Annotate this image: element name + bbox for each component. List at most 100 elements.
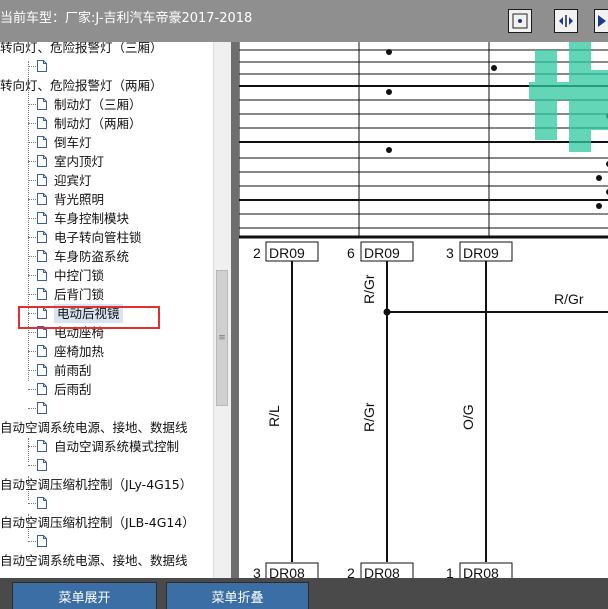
tree-connector-line: [28, 199, 36, 200]
tree-connector-line: [28, 218, 36, 219]
wire-label-top: R/Gr: [361, 274, 377, 304]
bus-junction-dot: [596, 203, 602, 209]
tree-connector-line: [28, 275, 36, 276]
tree-group-item[interactable]: 转向灯、危险报警灯（两厢）: [0, 76, 163, 95]
document-icon: [37, 459, 47, 471]
document-icon: [37, 535, 47, 547]
tree-connector-line: [28, 66, 36, 67]
wire-label-o-g: O/G: [460, 404, 476, 430]
fit-width-button[interactable]: [554, 9, 578, 33]
tree-item-label: 电子转向管柱锁: [54, 230, 142, 245]
tree-empty-item[interactable]: [28, 399, 213, 418]
document-icon: [37, 155, 47, 167]
tree-leaf-item[interactable]: 前雨刮: [28, 361, 213, 380]
tree-connector-line: [28, 370, 36, 371]
tree-item-label: 制动灯（两厢）: [54, 116, 142, 131]
tree-item-label: 车身控制模块: [54, 211, 130, 226]
document-icon: [37, 250, 47, 262]
document-icon: [37, 193, 47, 205]
connector-dr09-pin2: 2 DR09: [253, 241, 319, 262]
tree-connector-line: [28, 541, 36, 542]
bus-junction-dot: [386, 49, 392, 55]
menu-collapse-label: 菜单折叠: [211, 590, 264, 606]
connector-code: DR09: [269, 245, 305, 261]
document-icon: [37, 98, 47, 110]
tree-leaf-item[interactable]: 自动空调系统模式控制: [28, 437, 213, 456]
document-icon: [37, 269, 47, 281]
tree-group-item[interactable]: 自动空调压缩机控制（JLB-4G14）: [0, 513, 195, 532]
tree-scrollbar[interactable]: ≡: [213, 42, 231, 578]
connector-code: DR09: [463, 245, 499, 261]
document-icon: [37, 231, 47, 243]
document-icon: [37, 269, 47, 281]
wiring-diagram-canvas: 2 DR09 6 DR09 3 DR09 R/L R/Gr O/G R/Gr R…: [239, 42, 608, 578]
document-icon: [37, 497, 47, 509]
bus-junction-dot: [386, 89, 392, 95]
menu-tree[interactable]: 转向灯、危险报警灯（三厢） 转向灯、危险报警灯（两厢） 制动灯（三厢） 制动灯（两厢）…: [0, 42, 213, 578]
fit-width-icon: [559, 15, 573, 27]
document-icon: [37, 383, 47, 395]
tree-leaf-item[interactable]: 制动灯（三厢）: [28, 95, 213, 114]
fit-page-icon: [512, 13, 528, 29]
tree-leaf-item[interactable]: 背光照明: [28, 190, 213, 209]
tree-leaf-item[interactable]: 车身控制模块: [28, 209, 213, 228]
wiring-diagram[interactable]: 2 DR09 6 DR09 3 DR09 R/L R/Gr O/G R/Gr R…: [231, 42, 608, 578]
tree-group-item[interactable]: 自动空调系统电源、接地、数据线: [0, 551, 188, 570]
tree-leaf-item[interactable]: 电子转向管柱锁: [28, 228, 213, 247]
connector-dr09-pin3: 3 DR09: [446, 241, 513, 262]
connector-pin: 6: [347, 245, 355, 261]
tree-leaf-item[interactable]: 座椅加热: [28, 342, 213, 361]
bus-junction-dot: [491, 65, 497, 71]
tree-empty-item[interactable]: [28, 532, 213, 551]
tree-item-label: 后雨刮: [54, 382, 92, 397]
splice-dot: [383, 308, 391, 316]
tree-connector-line: [28, 332, 36, 333]
document-icon: [37, 402, 47, 414]
menu-collapse-button[interactable]: 菜单折叠: [166, 582, 309, 609]
tree-item-label: 自动空调系统模式控制: [54, 439, 180, 454]
tree-leaf-item[interactable]: 后雨刮: [28, 380, 213, 399]
zoom-button[interactable]: [594, 9, 608, 33]
wire-label-branch: R/Gr: [554, 291, 584, 307]
tree-item-label: 自动空调系统电源、接地、数据线: [0, 553, 188, 568]
tree-leaf-item[interactable]: 迎宾灯: [28, 171, 213, 190]
document-icon: [37, 136, 47, 148]
svg-text:2: 2: [347, 565, 355, 578]
tree-empty-item[interactable]: [28, 57, 213, 76]
scrollbar-thumb[interactable]: ≡: [216, 270, 228, 406]
tree-connector-line: [28, 294, 36, 295]
connector-code: DR09: [364, 245, 400, 261]
tree-group-item[interactable]: 自动空调压缩机控制（JLy-4G15）: [0, 475, 192, 494]
document-icon: [37, 60, 47, 72]
tree-connector-line: [28, 351, 36, 352]
tree-item-label: 自动空调系统电源、接地、数据线: [0, 420, 188, 435]
tree-leaf-item[interactable]: 制动灯（两厢）: [28, 114, 213, 133]
document-icon: [37, 193, 47, 205]
document-icon: [37, 345, 47, 357]
document-icon: [37, 383, 47, 395]
tree-leaf-item[interactable]: 中控门锁: [28, 266, 213, 285]
fit-page-button[interactable]: [508, 9, 532, 33]
document-icon: [37, 231, 47, 243]
tree-empty-item[interactable]: [28, 494, 213, 513]
tree-connector-line: [28, 142, 36, 143]
tree-connector-line: [28, 503, 36, 504]
tree-leaf-item[interactable]: 后背门锁: [28, 285, 213, 304]
tree-connector-line: [28, 180, 36, 181]
tree-connector-line: [28, 256, 36, 257]
menu-expand-button[interactable]: 菜单展开: [12, 582, 157, 609]
tree-leaf-item[interactable]: 倒车灯: [28, 133, 213, 152]
tree-connector-line: [28, 237, 36, 238]
tree-group-item[interactable]: 转向灯、危险报警灯（三厢）: [0, 42, 163, 57]
connector-pin: 3: [446, 245, 454, 261]
tree-leaf-item[interactable]: 室内顶灯: [28, 152, 213, 171]
tree-empty-item[interactable]: [28, 456, 213, 475]
document-icon: [37, 497, 47, 509]
menu-expand-label: 菜单展开: [58, 590, 111, 606]
connector-pin: 2: [253, 245, 261, 261]
document-icon: [37, 459, 47, 471]
tree-item-label: 中控门锁: [54, 268, 105, 283]
tree-leaf-item[interactable]: 车身防盗系统: [28, 247, 213, 266]
tree-group-item[interactable]: 自动空调系统电源、接地、数据线: [0, 418, 188, 437]
svg-text:3: 3: [253, 565, 261, 578]
